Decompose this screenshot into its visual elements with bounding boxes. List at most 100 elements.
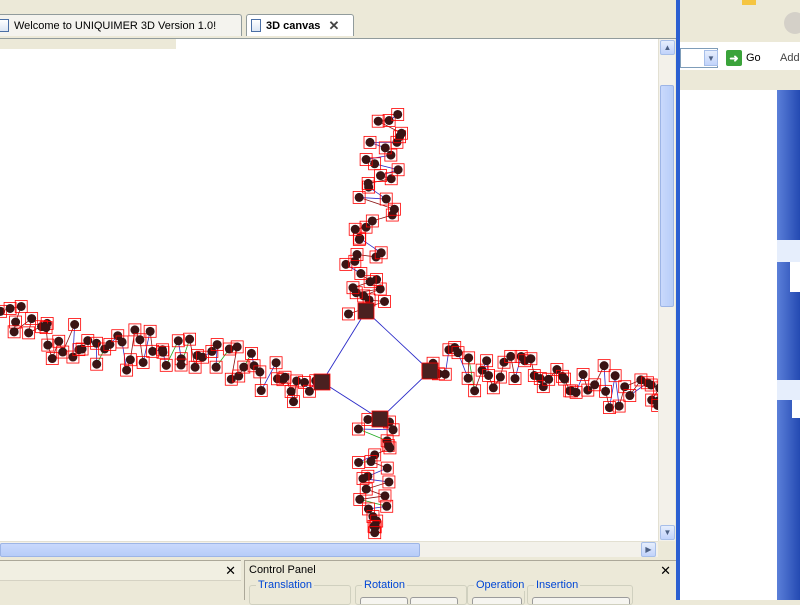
atom-node	[625, 391, 634, 400]
task-pane-section	[777, 90, 800, 240]
task-pane-gap	[790, 262, 800, 292]
atom-node	[355, 235, 364, 244]
browser-toolbar	[680, 0, 800, 42]
translation-group-label: Translation	[256, 579, 314, 591]
atom-node	[600, 361, 609, 370]
bond-line	[609, 376, 615, 408]
atom-node	[484, 371, 493, 380]
atom-node	[146, 327, 155, 336]
atom-node	[441, 370, 450, 379]
tab-3d-canvas[interactable]: 3D canvas ✕	[246, 14, 354, 36]
atom-node	[382, 502, 391, 511]
atom-node	[213, 340, 222, 349]
atom-node	[511, 374, 520, 383]
atom-node	[539, 382, 548, 391]
atom-node	[482, 356, 491, 365]
atom-node	[526, 354, 535, 363]
scroll-right-icon[interactable]: ▶	[641, 542, 656, 557]
atom-node	[377, 248, 386, 257]
operation-group-label: Operation	[474, 579, 526, 591]
atom-node	[122, 366, 131, 375]
junction-link	[322, 311, 430, 419]
atom-node	[370, 159, 379, 168]
atom-node	[385, 443, 394, 452]
junction-node	[358, 303, 374, 319]
3d-canvas[interactable]	[0, 39, 658, 541]
atom-node	[24, 328, 33, 337]
atom-node	[572, 388, 581, 397]
atom-node	[386, 151, 395, 160]
output-panel: ✕	[0, 560, 241, 601]
scroll-up-icon[interactable]: ▲	[660, 40, 675, 55]
atom-node	[287, 387, 296, 396]
atom-node	[356, 269, 365, 278]
atom-node	[148, 347, 157, 356]
atom-node	[255, 367, 264, 376]
atom-node	[92, 360, 101, 369]
tab-welcome-label: Welcome to UNIQUIMER 3D Version 1.0!	[14, 20, 216, 32]
operation-button[interactable]	[472, 597, 522, 604]
rotation-group: Rotation	[355, 585, 467, 605]
vertical-scroll-thumb[interactable]	[660, 85, 674, 307]
atom-node	[54, 337, 63, 346]
atom-node	[257, 386, 266, 395]
atom-node	[174, 336, 183, 345]
atom-node	[382, 195, 391, 204]
atom-node	[354, 425, 363, 434]
atom-node	[292, 376, 301, 385]
horizontal-scroll-thumb[interactable]	[0, 543, 420, 557]
atom-node	[42, 323, 51, 332]
go-arrow-icon[interactable]: ➜	[726, 50, 742, 66]
atom-node	[305, 387, 314, 396]
document-icon	[251, 19, 261, 32]
atom-node	[48, 354, 57, 363]
atom-node	[611, 371, 620, 380]
back-icon[interactable]	[784, 12, 800, 34]
atom-node	[212, 363, 221, 372]
chevron-down-icon[interactable]: ▼	[704, 50, 718, 66]
close-icon[interactable]: ✕	[225, 563, 236, 579]
tab-3d-canvas-label: 3D canvas	[266, 20, 320, 32]
rotation-button[interactable]	[360, 597, 408, 604]
editor-tab-bar: Welcome to UNIQUIMER 3D Version 1.0! 3D …	[0, 12, 677, 39]
tab-welcome[interactable]: Welcome to UNIQUIMER 3D Version 1.0!	[0, 14, 242, 36]
atom-node	[389, 425, 398, 434]
close-icon[interactable]: ✕	[328, 18, 339, 34]
rotation-button[interactable]	[410, 597, 458, 604]
atom-node	[364, 504, 373, 513]
atom-node	[464, 374, 473, 383]
insertion-button[interactable]	[532, 597, 630, 604]
insertion-group-label: Insertion	[534, 579, 580, 591]
atom-node	[544, 375, 553, 384]
atom-node	[352, 250, 361, 259]
horizontal-scrollbar[interactable]: ▶	[0, 541, 658, 557]
atom-node	[376, 171, 385, 180]
operation-group: Operation	[467, 585, 525, 605]
atom-node	[370, 528, 379, 537]
atom-node	[239, 363, 248, 372]
atom-node	[247, 349, 256, 358]
atom-node	[454, 348, 463, 357]
scroll-down-icon[interactable]: ▼	[660, 525, 675, 540]
vertical-scrollbar[interactable]: ▲ ▼	[658, 39, 675, 541]
atom-node	[70, 320, 79, 329]
atom-node	[362, 485, 371, 494]
atom-node	[177, 361, 186, 370]
atom-node	[27, 314, 36, 323]
atom-node	[43, 341, 52, 350]
close-icon[interactable]: ✕	[660, 563, 671, 579]
atom-node	[380, 491, 389, 500]
atom-node	[579, 370, 588, 379]
translation-group: Translation	[249, 585, 351, 605]
atom-node	[506, 352, 515, 361]
atom-node	[17, 302, 26, 311]
molecule-structure	[0, 39, 658, 541]
atom-node	[281, 373, 290, 382]
go-button-label[interactable]: Go	[746, 52, 761, 64]
atom-node	[139, 358, 148, 367]
browser-bar	[680, 70, 800, 90]
junction-node	[314, 374, 330, 390]
rotation-group-label: Rotation	[362, 579, 407, 591]
atom-node	[348, 283, 357, 292]
task-pane-section	[777, 400, 800, 600]
